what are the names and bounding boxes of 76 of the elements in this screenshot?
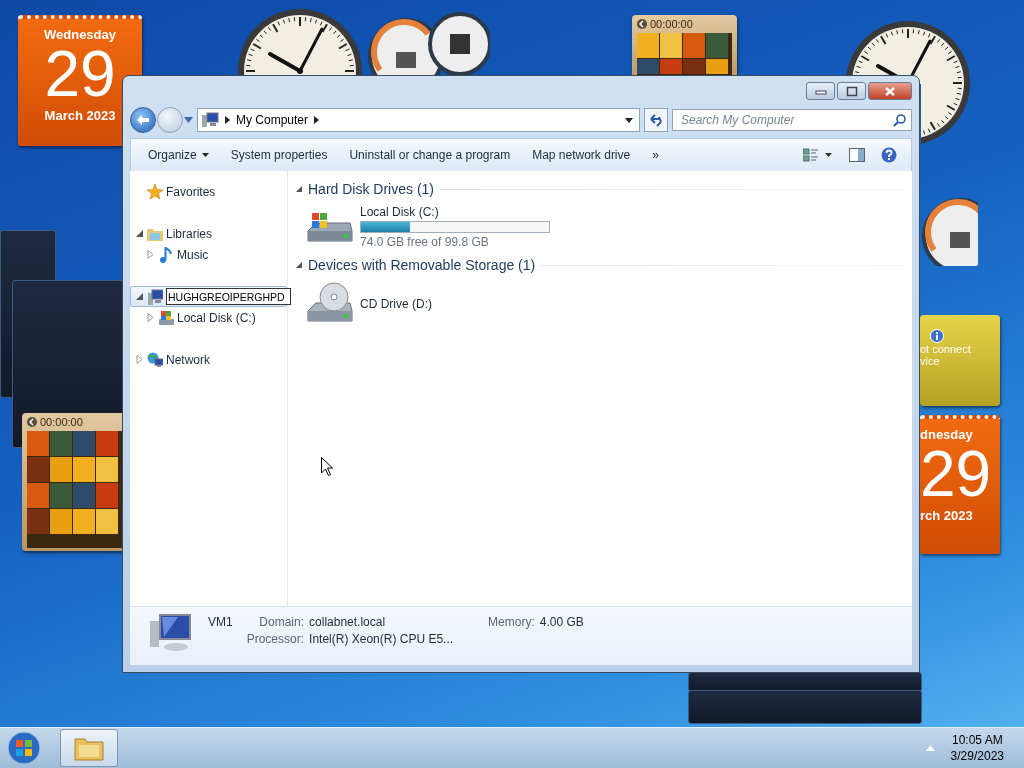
field-value: Intel(R) Xeon(R) CPU E5... [309,632,454,646]
network-icon [147,351,163,368]
tree-label: Favorites [166,184,216,199]
expanded-arrow-icon[interactable] [135,229,144,238]
tree-label: Network [166,352,210,367]
left-arrow-icon[interactable] [136,114,150,126]
history-caret-icon[interactable] [184,117,193,123]
toolbar-button[interactable]: Uninstall or change a program [340,144,520,166]
back-button[interactable] [130,107,156,133]
field-value: collabnet.local [309,615,387,629]
music-note-icon [158,246,174,263]
month-label: March 2023 [44,108,116,123]
field-value: 4.00 GB [539,615,584,629]
drive-name[interactable]: CD Drive (D:) [360,297,432,311]
mouse-pointer-icon [321,457,333,476]
toolbar-button[interactable]: Organize [139,144,218,166]
puzzle-tiles-drawing[interactable] [637,33,729,74]
message-text: ot connect [920,343,972,355]
drive-name[interactable]: Local Disk (C:) [360,205,550,219]
close-icon[interactable] [884,85,896,97]
address-bar[interactable]: My Computer [197,108,640,132]
taskbar-clock[interactable]: 10:05 AM 3/29/2023 [944,733,1024,763]
taskbar-button[interactable] [60,729,118,767]
tree-label: Local Disk (C:) [177,310,256,325]
message-text: vice [920,355,941,367]
weekday-label: Wednesday [44,27,116,42]
close-button[interactable] [868,82,912,100]
free-space-text: 74.0 GB free of 99.8 GB [360,235,490,249]
day-number: 29 [920,442,992,506]
date-text: 3/29/2023 [950,749,1004,763]
field-label: Memory: [488,615,535,629]
refresh-button[interactable] [644,108,668,132]
computer-name: VM1 [208,615,233,629]
breadcrumb-arrow-icon[interactable] [314,116,320,124]
drive-icon [158,309,174,326]
caret-icon[interactable] [201,153,209,157]
tree-item[interactable]: Music [130,244,287,265]
info-icon [930,329,944,343]
weekday-label: dnesday [920,427,973,442]
toolbar-button[interactable]: System properties [221,144,337,166]
tree-item[interactable]: Favorites [130,181,287,202]
folder-icon [74,735,104,761]
day-number: 29 [44,42,116,106]
expanded-arrow-icon[interactable] [296,185,303,193]
tree-label: Music [177,247,209,262]
field-label: Domain: [258,615,305,629]
group-header[interactable]: Devices with Removable Storage (1) [308,257,536,273]
tree-item[interactable]: Network [130,349,287,370]
computer-icon [148,613,194,653]
caret-icon[interactable] [625,117,633,123]
refresh-icon[interactable] [649,113,663,127]
expanded-arrow-icon[interactable] [296,261,303,269]
maximize-icon[interactable] [845,85,858,97]
back-arrow-icon[interactable] [27,417,37,427]
search-field[interactable]: Search My Computer [672,109,912,131]
month-label: rch 2023 [920,508,973,523]
breadcrumb-arrow-icon[interactable] [225,116,230,124]
star-icon [147,183,163,200]
toolbar-button[interactable]: Map network drive [523,144,640,166]
minimize-button[interactable] [806,82,835,100]
tree-item[interactable]: Local Disk (C:) [130,307,287,328]
rename-field[interactable]: HUGHGREOIPERGHPD [166,288,291,305]
time-text: 10:05 AM [951,733,1003,747]
computer-icon [201,112,219,128]
field-label: Processor: [246,632,305,646]
timer-label: 00:00:00 [40,416,83,428]
timer-label: 00:00:00 [650,18,693,30]
more-commands-button[interactable]: » [643,144,668,166]
back-arrow-icon[interactable] [637,19,647,29]
group-header[interactable]: Hard Disk Drives (1) [308,181,434,197]
expanded-arrow-icon[interactable] [135,292,144,301]
breadcrumb-link[interactable]: My Computer [236,113,309,127]
tree-label: Libraries [166,226,213,241]
maximize-button[interactable] [837,82,866,100]
tree-item[interactable]: Libraries [130,223,287,244]
computer-icon [147,288,163,305]
